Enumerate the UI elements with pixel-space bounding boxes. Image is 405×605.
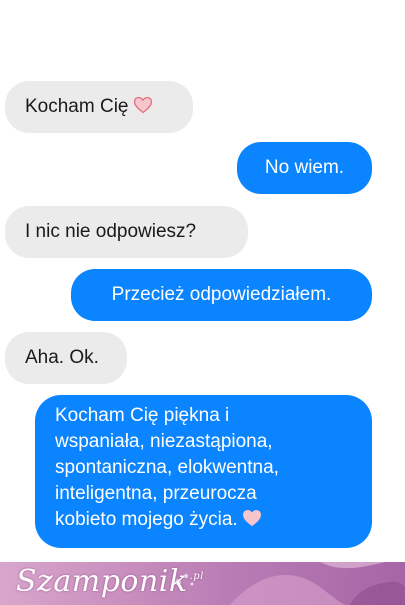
message-text: No wiem. bbox=[264, 157, 345, 178]
incoming-message-bubble[interactable]: Kocham Cię bbox=[5, 81, 193, 133]
szamponik-logo: Szamponik .pl bbox=[16, 564, 204, 599]
logo-tld: .pl bbox=[189, 571, 204, 582]
message-text: Kocham Cię bbox=[25, 96, 129, 117]
logo-text: Szamponik bbox=[16, 564, 188, 599]
incoming-message-bubble[interactable]: I nic nie odpowiesz? bbox=[5, 206, 248, 258]
message-text: I nic nie odpowiesz? bbox=[25, 221, 197, 242]
heart-icon bbox=[242, 509, 262, 527]
watermark-banner: Szamponik .pl bbox=[0, 562, 405, 605]
message-thread: Kocham Cię No wiem. I nic nie odpowiesz?… bbox=[0, 0, 405, 562]
message-text: kobieto mojego życia. bbox=[55, 509, 238, 530]
outgoing-message-bubble[interactable]: Przecież odpowiedziałem. bbox=[71, 269, 372, 321]
heart-icon bbox=[133, 96, 153, 114]
message-text-line: Kocham Cię piękna i bbox=[55, 405, 230, 426]
outgoing-message-bubble[interactable]: No wiem. bbox=[237, 142, 372, 194]
message-text-line: inteligentna, przeurocza bbox=[55, 483, 257, 504]
message-text-line-last: kobieto mojego życia. bbox=[55, 507, 352, 533]
message-text-line: spontaniczna, elokwentna, bbox=[55, 457, 279, 478]
message-text: Aha. Ok. bbox=[25, 347, 99, 368]
message-text-line: wspaniała, niezastąpiona, bbox=[55, 431, 273, 452]
message-text: Przecież odpowiedziałem. bbox=[111, 284, 332, 305]
incoming-message-bubble[interactable]: Aha. Ok. bbox=[5, 332, 127, 384]
outgoing-message-bubble[interactable]: Kocham Cię piękna i wspaniała, niezastąp… bbox=[35, 395, 372, 548]
